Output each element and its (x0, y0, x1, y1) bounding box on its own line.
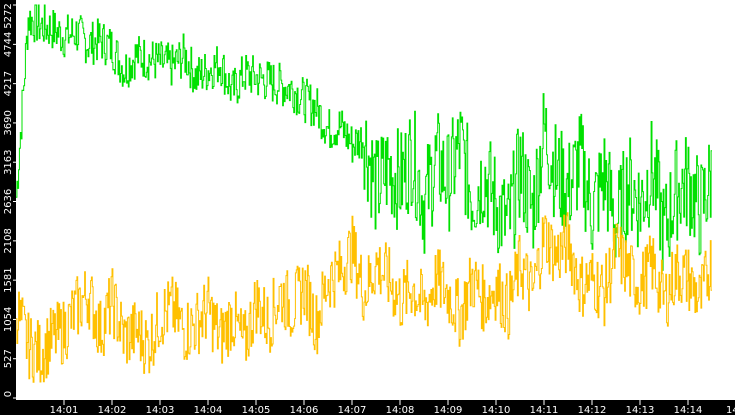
y-tick-label: 3163 (3, 149, 14, 174)
x-tick-label: 14:13 (626, 405, 655, 415)
x-tick-label: 14:10 (482, 405, 511, 415)
x-tick-label: 14:05 (242, 405, 271, 415)
y-tick-label: 4744 (3, 32, 14, 57)
x-tick-label: 14:14 (674, 405, 703, 415)
x-tick-label: 14:11 (530, 405, 559, 415)
x-tick-label: 14:06 (290, 405, 319, 415)
y-tick-label: 5272 (3, 3, 14, 28)
x-tick-label: 14:04 (194, 405, 223, 415)
x-tick-label: 14:03 (146, 405, 175, 415)
y-tick-label: 2636 (3, 189, 14, 214)
y-tick-label: 0 (3, 391, 14, 397)
x-tick-label: 14:08 (386, 405, 415, 415)
line-chart: 0 527 1054 1581 2108 2636 3163 3690 4217 4744 5272… (0, 0, 735, 415)
y-tick-label: 1054 (3, 307, 14, 332)
x-tick-label: 14:09 (434, 405, 463, 415)
x-tick-label: 14:07 (338, 405, 367, 415)
x-tick-label: 14:12 (578, 405, 607, 415)
y-tick-label: 4217 (3, 71, 14, 96)
y-tick-label: 527 (3, 349, 14, 368)
x-tick-label: 14:01 (50, 405, 79, 415)
x-tick-label: 14 (726, 405, 735, 415)
x-tick-label: 14:02 (98, 405, 127, 415)
y-tick-label: 1581 (3, 267, 14, 292)
y-tick-label: 2108 (3, 228, 14, 253)
y-tick-label: 3690 (3, 110, 14, 135)
